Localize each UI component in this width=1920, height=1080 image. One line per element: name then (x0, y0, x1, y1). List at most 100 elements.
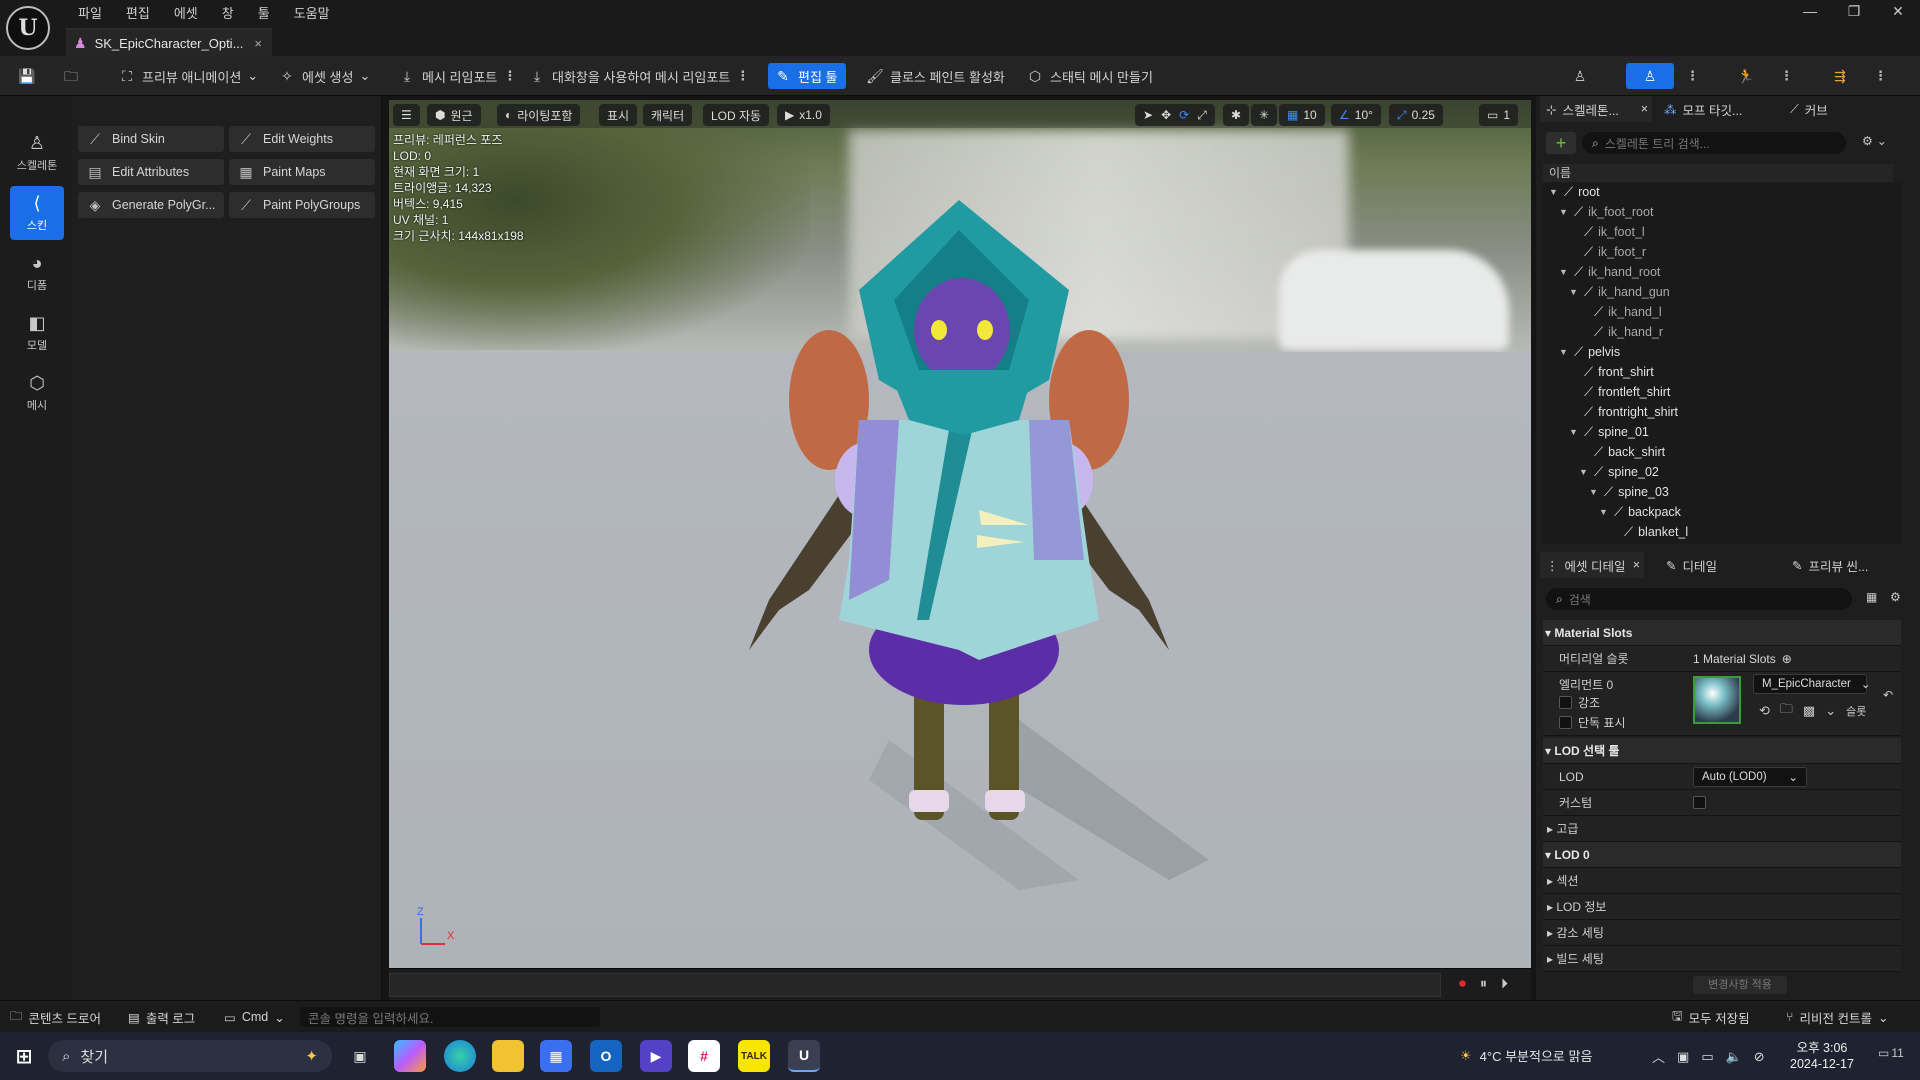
tray-app-icon[interactable]: ▣ (1677, 1049, 1689, 1065)
mode-model[interactable]: ◧ 모델 (10, 306, 64, 360)
apply-changes-button[interactable]: 변경사항 적용 (1693, 976, 1787, 994)
more-options-icon[interactable]: ⋮ (503, 68, 516, 84)
save-button[interactable]: 💾 (12, 63, 42, 89)
folder-icon[interactable]: 🗀 (1780, 700, 1793, 722)
browse-arrow-icon[interactable]: ⟲ (1759, 703, 1770, 719)
cmd-dropdown[interactable]: ▭ Cmd ⌄ (224, 1007, 285, 1027)
edit-attributes-button[interactable]: ▤ Edit Attributes (78, 159, 224, 185)
custom-checkbox[interactable] (1693, 796, 1706, 809)
content-drawer-button[interactable]: 🗀 콘텐츠 드로어 (10, 1007, 101, 1027)
task-view-icon[interactable]: ▣ (344, 1040, 376, 1072)
show-button[interactable]: 표시 (599, 104, 638, 126)
lod-auto-button[interactable]: LOD 자동 (703, 104, 770, 126)
paint-polygroups-button[interactable]: ⟋ Paint PolyGroups (229, 192, 375, 218)
chevron-down-icon[interactable]: ⌄ (1825, 703, 1836, 719)
notifications-button[interactable]: ▭ 11 (1878, 1046, 1904, 1060)
bind-skin-button[interactable]: ⟋ Bind Skin (78, 126, 224, 152)
mode-skeleton[interactable]: ♙ 스켈레톤 (10, 126, 64, 180)
table-view-icon[interactable]: ▦ (1866, 590, 1877, 604)
build-settings-row[interactable]: ▸ 빌드 세팅 (1543, 946, 1901, 972)
chevron-down-icon[interactable]: ▼ (1559, 267, 1569, 277)
tab-preview-scene[interactable]: ✎ 프리뷰 씬... (1792, 552, 1868, 578)
more-options-icon[interactable]: ⋮ (1868, 63, 1893, 89)
more-options-icon[interactable]: ⋮ (1680, 63, 1705, 89)
clock[interactable]: 오후 3:06 2024-12-17 (1790, 1040, 1854, 1072)
mode-deform[interactable]: ◕ 디폼 (10, 246, 64, 300)
chevron-down-icon[interactable]: ▼ (1599, 507, 1609, 517)
bone-row[interactable]: ⟋ ik_hand_l (1579, 302, 1662, 322)
chevron-down-icon[interactable]: ▼ (1579, 467, 1589, 477)
mesh-editor-button[interactable]: ♙ (1626, 63, 1674, 89)
chevron-down-icon[interactable]: ▼ (1569, 287, 1579, 297)
generate-polygroups-button[interactable]: ◈ Generate PolyGr... (78, 192, 224, 218)
surface-snap-button[interactable]: ✳ (1251, 104, 1278, 126)
bone-row[interactable]: ⟋ back_shirt (1579, 442, 1665, 462)
bone-row[interactable]: ⟋ ik_foot_l (1569, 222, 1645, 242)
menu-edit[interactable]: 편집 (114, 3, 162, 22)
section-material-slots[interactable]: ▾ Material Slots (1543, 620, 1901, 646)
chevron-up-icon[interactable]: ︿ (1652, 1047, 1665, 1066)
menu-file[interactable]: 파일 (66, 3, 114, 22)
media-player-icon[interactable]: ▶ (640, 1040, 672, 1072)
select-icon[interactable]: ➤ (1143, 108, 1153, 122)
bone-row[interactable]: ▼ ⟋ spine_02 (1579, 462, 1659, 482)
bone-row[interactable]: ⟋ front_shirt (1569, 362, 1654, 382)
close-tab-icon[interactable]: × (1633, 558, 1640, 572)
bone-row[interactable]: ▼ ⟋ spine_03 (1589, 482, 1669, 502)
weather-widget[interactable]: ☀ 4°C 부분적으로 맑음 (1460, 1046, 1592, 1065)
restore-button[interactable]: ❐ (1832, 0, 1876, 24)
camera-speed-button[interactable]: ▭ 1 (1479, 104, 1519, 126)
mode-mesh[interactable]: ⬡ 메시 (10, 366, 64, 420)
bone-row[interactable]: ▼ ⟋ ik_foot_root (1559, 202, 1653, 222)
scale-icon[interactable]: ⤢ (1197, 108, 1207, 123)
file-explorer-icon[interactable] (492, 1040, 524, 1072)
gear-icon[interactable]: ⚙ (1890, 590, 1901, 604)
section-lod-picker[interactable]: ▾ LOD 선택 툴 (1543, 738, 1901, 764)
advanced-row[interactable]: ▸ 고급 (1543, 816, 1901, 842)
lighting-button[interactable]: ◐ 라이팅포함 (497, 104, 581, 126)
paint-maps-button[interactable]: ▦ Paint Maps (229, 159, 375, 185)
lod-dropdown[interactable]: Auto (LOD0) ⌄ (1693, 767, 1807, 787)
tab-asset-details[interactable]: ⋮ 에셋 디테일 × (1540, 552, 1644, 578)
menu-tools[interactable]: 툴 (246, 3, 282, 22)
more-options-icon[interactable]: ⋮ (1774, 63, 1799, 89)
rotation-snap-button[interactable]: ∠ 10° (1331, 104, 1381, 126)
close-window-button[interactable]: ✕ (1876, 0, 1920, 24)
input-method-icon[interactable]: ⊘ (1754, 1049, 1765, 1065)
save-all-button[interactable]: 🖫 모두 저장됨 (1672, 1007, 1750, 1027)
rotate-icon[interactable]: ⟳ (1179, 108, 1189, 122)
viewport[interactable]: ☰ ⬢ 원근 ◐ 라이팅포함 표시 캐릭터 LOD 자동 ▶ x1.0 ➤ ✥ ⟳ ⤢… (389, 100, 1531, 968)
network-icon[interactable]: ▭ (1701, 1049, 1713, 1065)
add-button[interactable]: + (1546, 132, 1576, 154)
material-thumbnail[interactable] (1693, 676, 1741, 724)
lod-info-row[interactable]: ▸ LOD 정보 (1543, 894, 1901, 920)
local-world-button[interactable]: ✱ (1223, 104, 1250, 126)
outlook-icon[interactable]: O (590, 1040, 622, 1072)
bone-row[interactable]: ▼ ⟋ ik_hand_root (1559, 262, 1660, 282)
preview-animation-dropdown[interactable]: ⛶ 프리뷰 애니메이션 ⌄ (112, 63, 264, 89)
viewport-menu-button[interactable]: ☰ (393, 104, 420, 126)
highlight-checkbox[interactable]: 강조 (1559, 694, 1600, 711)
mode-skin[interactable]: ⟨ 스킨 (10, 186, 64, 240)
add-circle-icon[interactable]: ⊕ (1782, 652, 1792, 666)
tab-details[interactable]: ✎ 디테일 (1666, 552, 1717, 578)
bone-row[interactable]: ⟋ ik_foot_r (1569, 242, 1646, 262)
minimize-button[interactable]: — (1788, 0, 1832, 24)
copilot-icon[interactable] (394, 1040, 426, 1072)
chevron-down-icon[interactable]: ▼ (1549, 187, 1559, 197)
blueprint-editor-button[interactable]: ⇶ (1820, 63, 1860, 89)
volume-icon[interactable]: 🔈 (1726, 1049, 1742, 1065)
mesh-reimport-button[interactable]: ⤓ 메시 리임포트 ⋮ (392, 63, 522, 89)
skeleton-editor-button[interactable]: ♙ (1560, 63, 1600, 89)
store-icon[interactable]: ▦ (540, 1040, 572, 1072)
material-dropdown[interactable]: M_EpicCharacter ⌄ (1753, 674, 1870, 694)
details-search-input[interactable]: ⌕ 검색 (1546, 588, 1852, 610)
edit-tools-button[interactable]: ✎ 편집 툴 (768, 63, 846, 89)
bone-row[interactable]: ⟋ ik_hand_r (1579, 322, 1663, 342)
create-asset-dropdown[interactable]: ✧ 에셋 생성 ⌄ (272, 63, 376, 89)
chevron-down-icon[interactable]: ▼ (1589, 487, 1599, 497)
more-options-icon[interactable]: ⋮ (736, 68, 749, 84)
bone-row[interactable]: ▼ ⟋ ik_hand_gun (1569, 282, 1670, 302)
grid-snap-button[interactable]: ▦ 10 (1279, 104, 1325, 126)
browse-button[interactable]: 🗀 (56, 63, 86, 89)
